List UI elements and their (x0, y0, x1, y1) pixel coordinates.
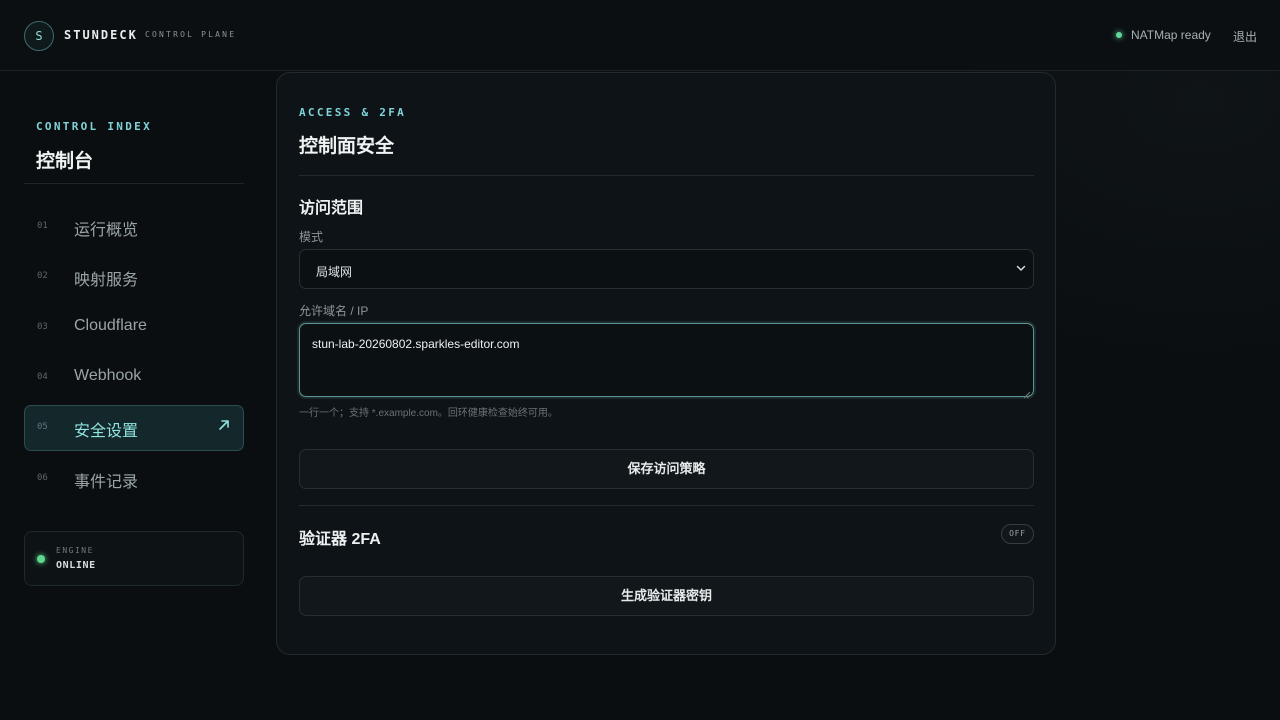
nav-label: Webhook (74, 367, 142, 384)
engine-status-dot-icon (37, 555, 45, 563)
arrow-up-right-icon (217, 418, 231, 436)
twofa-section-title: 验证器 2FA (299, 531, 381, 548)
generate-secret-button[interactable]: 生成验证器密钥 (299, 576, 1034, 616)
brand-subtitle: CONTROL PLANE (145, 30, 237, 39)
nav-number: 01 (37, 221, 48, 231)
twofa-toggle[interactable]: OFF (1001, 524, 1034, 544)
nav-label: 映射服务 (74, 272, 139, 289)
allow-label: 允许域名 / IP (299, 304, 369, 318)
page-title: 控制面安全 (299, 136, 395, 157)
engine-value: ONLINE (56, 560, 96, 571)
resize-grip-icon[interactable] (1023, 386, 1031, 399)
nav-number: 03 (37, 322, 48, 332)
mode-select[interactable]: 局域网 (299, 249, 1034, 289)
nav-label: Cloudflare (74, 317, 147, 334)
nav-number: 06 (37, 473, 48, 483)
engine-label: ENGINE (56, 546, 94, 555)
allowed-hosts-hint: 一行一个；支持 *.example.com。回环健康检查始终可用。 (299, 408, 558, 419)
allowed-hosts-value: stun-lab-20260802.sparkles-editor.com (312, 337, 520, 351)
mode-select-value: 局域网 (316, 265, 353, 279)
nav-number: 04 (37, 372, 48, 382)
top-bar: S STUNDECK CONTROL PLANE NATMap ready 退出 (0, 0, 1280, 71)
brand-name: STUNDECK (64, 28, 138, 42)
sidebar-eyebrow: CONTROL INDEX (36, 120, 152, 133)
nav-number: 05 (37, 422, 48, 432)
status-dot-icon (1116, 32, 1122, 38)
sidebar-item-overview[interactable]: 01 运行概览 (24, 204, 244, 250)
divider (299, 175, 1034, 176)
logout-link[interactable]: 退出 (1233, 28, 1257, 45)
chevron-down-icon (1014, 261, 1028, 275)
card-eyebrow: ACCESS & 2FA (299, 106, 407, 119)
nav-number: 02 (37, 271, 48, 281)
sidebar-item-mapping[interactable]: 02 映射服务 (24, 254, 244, 300)
sidebar-divider (24, 183, 244, 184)
save-access-policy-button[interactable]: 保存访问策略 (299, 449, 1034, 489)
engine-status-card: ENGINE ONLINE (24, 531, 244, 586)
security-card: ACCESS & 2FA 控制面安全 访问范围 模式 局域网 允许域名 / IP… (276, 72, 1056, 655)
divider (299, 505, 1034, 506)
mode-label: 模式 (299, 230, 324, 244)
nav-label: 安全设置 (74, 423, 139, 440)
sidebar-item-security[interactable]: 05 安全设置 (24, 405, 244, 451)
nav-label: 运行概览 (74, 222, 139, 239)
sidebar-title: 控制台 (36, 151, 94, 172)
allowed-hosts-input[interactable]: stun-lab-20260802.sparkles-editor.com (299, 323, 1034, 399)
status-text: NATMap ready (1131, 28, 1211, 42)
sidebar-item-cloudflare[interactable]: 03 Cloudflare (24, 305, 244, 351)
nav-label: 事件记录 (74, 474, 139, 491)
logo: S (24, 21, 54, 51)
sidebar-item-webhook[interactable]: 04 Webhook (24, 355, 244, 401)
sidebar-item-events[interactable]: 06 事件记录 (24, 456, 244, 502)
access-section-title: 访问范围 (299, 200, 364, 217)
